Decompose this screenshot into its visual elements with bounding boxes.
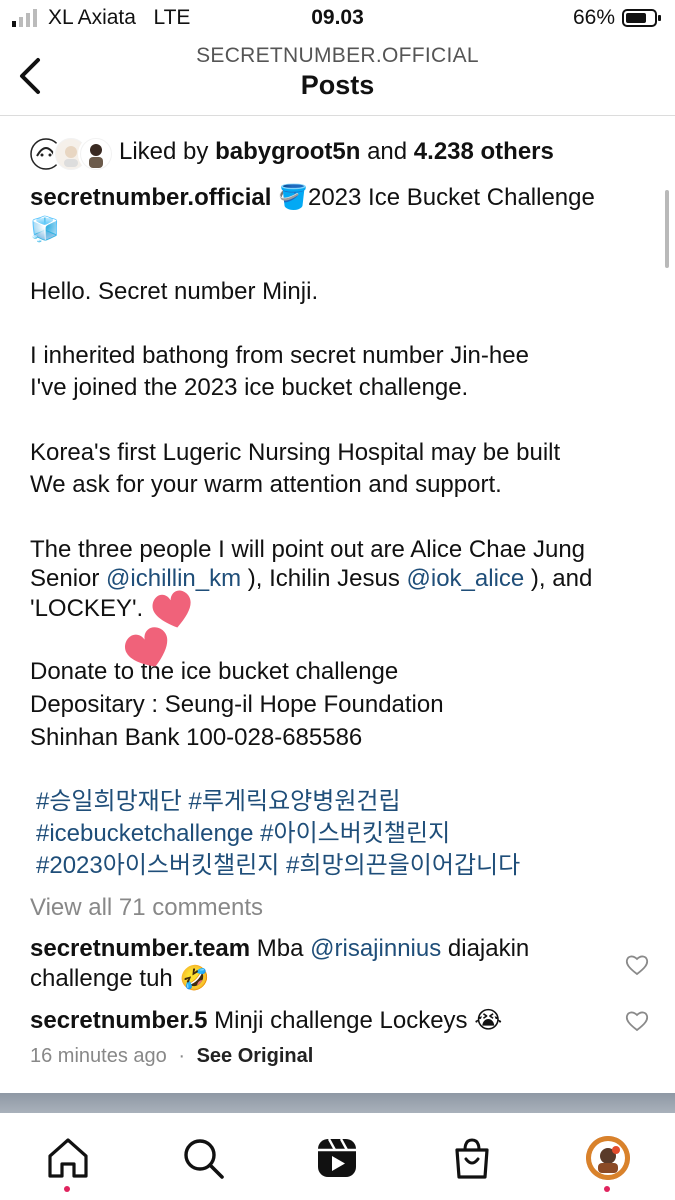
caption-line: Shinhan Bank 100-028-685586: [30, 724, 363, 751]
comment: secretnumber.team Mba @risajinnius diaja…: [30, 935, 530, 992]
likes-count[interactable]: 4.238 others: [414, 138, 554, 165]
next-post-image[interactable]: [0, 1093, 675, 1113]
bucket-emoji: 🪣: [278, 184, 308, 211]
post-meta: 16 minutes ago · See Original: [30, 1045, 314, 1067]
notification-dot: [604, 1186, 610, 1192]
view-all-comments-link[interactable]: View all 71 comments: [30, 894, 263, 922]
caption-line: The three people I will point out are Al…: [30, 536, 586, 563]
see-original-link[interactable]: See Original: [197, 1045, 314, 1067]
mention-link[interactable]: @risajinnius: [310, 935, 441, 962]
caption-line: Depositary : Seung-il Hope Foundation: [30, 691, 444, 718]
battery-percentage: 66%: [572, 6, 615, 29]
avatar: [78, 136, 114, 172]
caption-line: I've joined the 2023 ice bucket challeng…: [30, 374, 469, 401]
caption-line: Hello. Secret number Minji.: [30, 278, 319, 305]
home-icon[interactable]: [45, 1135, 91, 1181]
caption-line: 'LOCKEY'.: [30, 595, 144, 622]
mention-link[interactable]: @iok_alice: [407, 565, 525, 592]
caption-title: secretnumber.official 🪣2023 Ice Bucket C…: [30, 182, 650, 246]
like-comment-heart-icon[interactable]: [625, 954, 649, 976]
caption-title-text: 2023 Ice Bucket Challenge: [307, 184, 595, 211]
ice-cube-emoji: 🧊: [30, 216, 60, 243]
caption-line: I inherited bathong from secret number J…: [30, 342, 529, 369]
bottom-tab-bar: [0, 1113, 675, 1200]
page-title: Posts: [300, 70, 375, 100]
caption-line: We ask for your warm attention and suppo…: [30, 471, 502, 498]
heart-sticker-icon: [124, 627, 168, 667]
likes-summary[interactable]: Liked by babygroot5n and 4.238 others: [119, 138, 554, 166]
profile-avatar[interactable]: [586, 1136, 630, 1180]
post-timestamp: 16 minutes ago: [30, 1045, 167, 1067]
liked-by-avatars[interactable]: [28, 136, 114, 172]
caption-username[interactable]: secretnumber.official: [30, 184, 271, 211]
caption-line: Korea's first Lugeric Nursing Hospital m…: [30, 439, 561, 466]
comment-username[interactable]: secretnumber.5: [30, 1007, 207, 1034]
search-icon[interactable]: [180, 1135, 226, 1181]
status-bar: XL Axiata LTE 09.03 66%: [0, 0, 675, 38]
caption-line: Senior @ichillin_km ), Ichilin Jesus @io…: [30, 565, 593, 592]
like-comment-heart-icon[interactable]: [625, 1010, 649, 1032]
header-divider: [0, 115, 675, 116]
caption-line: Donate to the ice bucket challenge: [30, 658, 399, 685]
shop-icon[interactable]: [449, 1135, 495, 1181]
comment-username[interactable]: secretnumber.team: [30, 935, 250, 962]
hashtags: #승일희망재단 #루게릭요양병원건립 #icebucketchallenge #…: [36, 786, 520, 882]
hashtag-line[interactable]: #2023아이스버킷챌린지 #희망의끈을이어갑니다: [36, 850, 520, 882]
scrollbar[interactable]: [665, 190, 669, 268]
battery-icon: [622, 9, 661, 27]
liked-by-user[interactable]: babygroot5n: [215, 138, 360, 165]
account-name: SECRETNUMBER.OFFICIAL: [196, 44, 479, 67]
notification-dot: [64, 1186, 70, 1192]
hashtag-line[interactable]: #icebucketchallenge #아이스버킷챌린지: [36, 818, 520, 850]
hashtag-line[interactable]: #승일희망재단 #루게릭요양병원건립: [36, 786, 520, 818]
comment: secretnumber.5 Minji challenge Lockeys 😭: [30, 1007, 503, 1034]
reels-icon[interactable]: [314, 1135, 360, 1181]
